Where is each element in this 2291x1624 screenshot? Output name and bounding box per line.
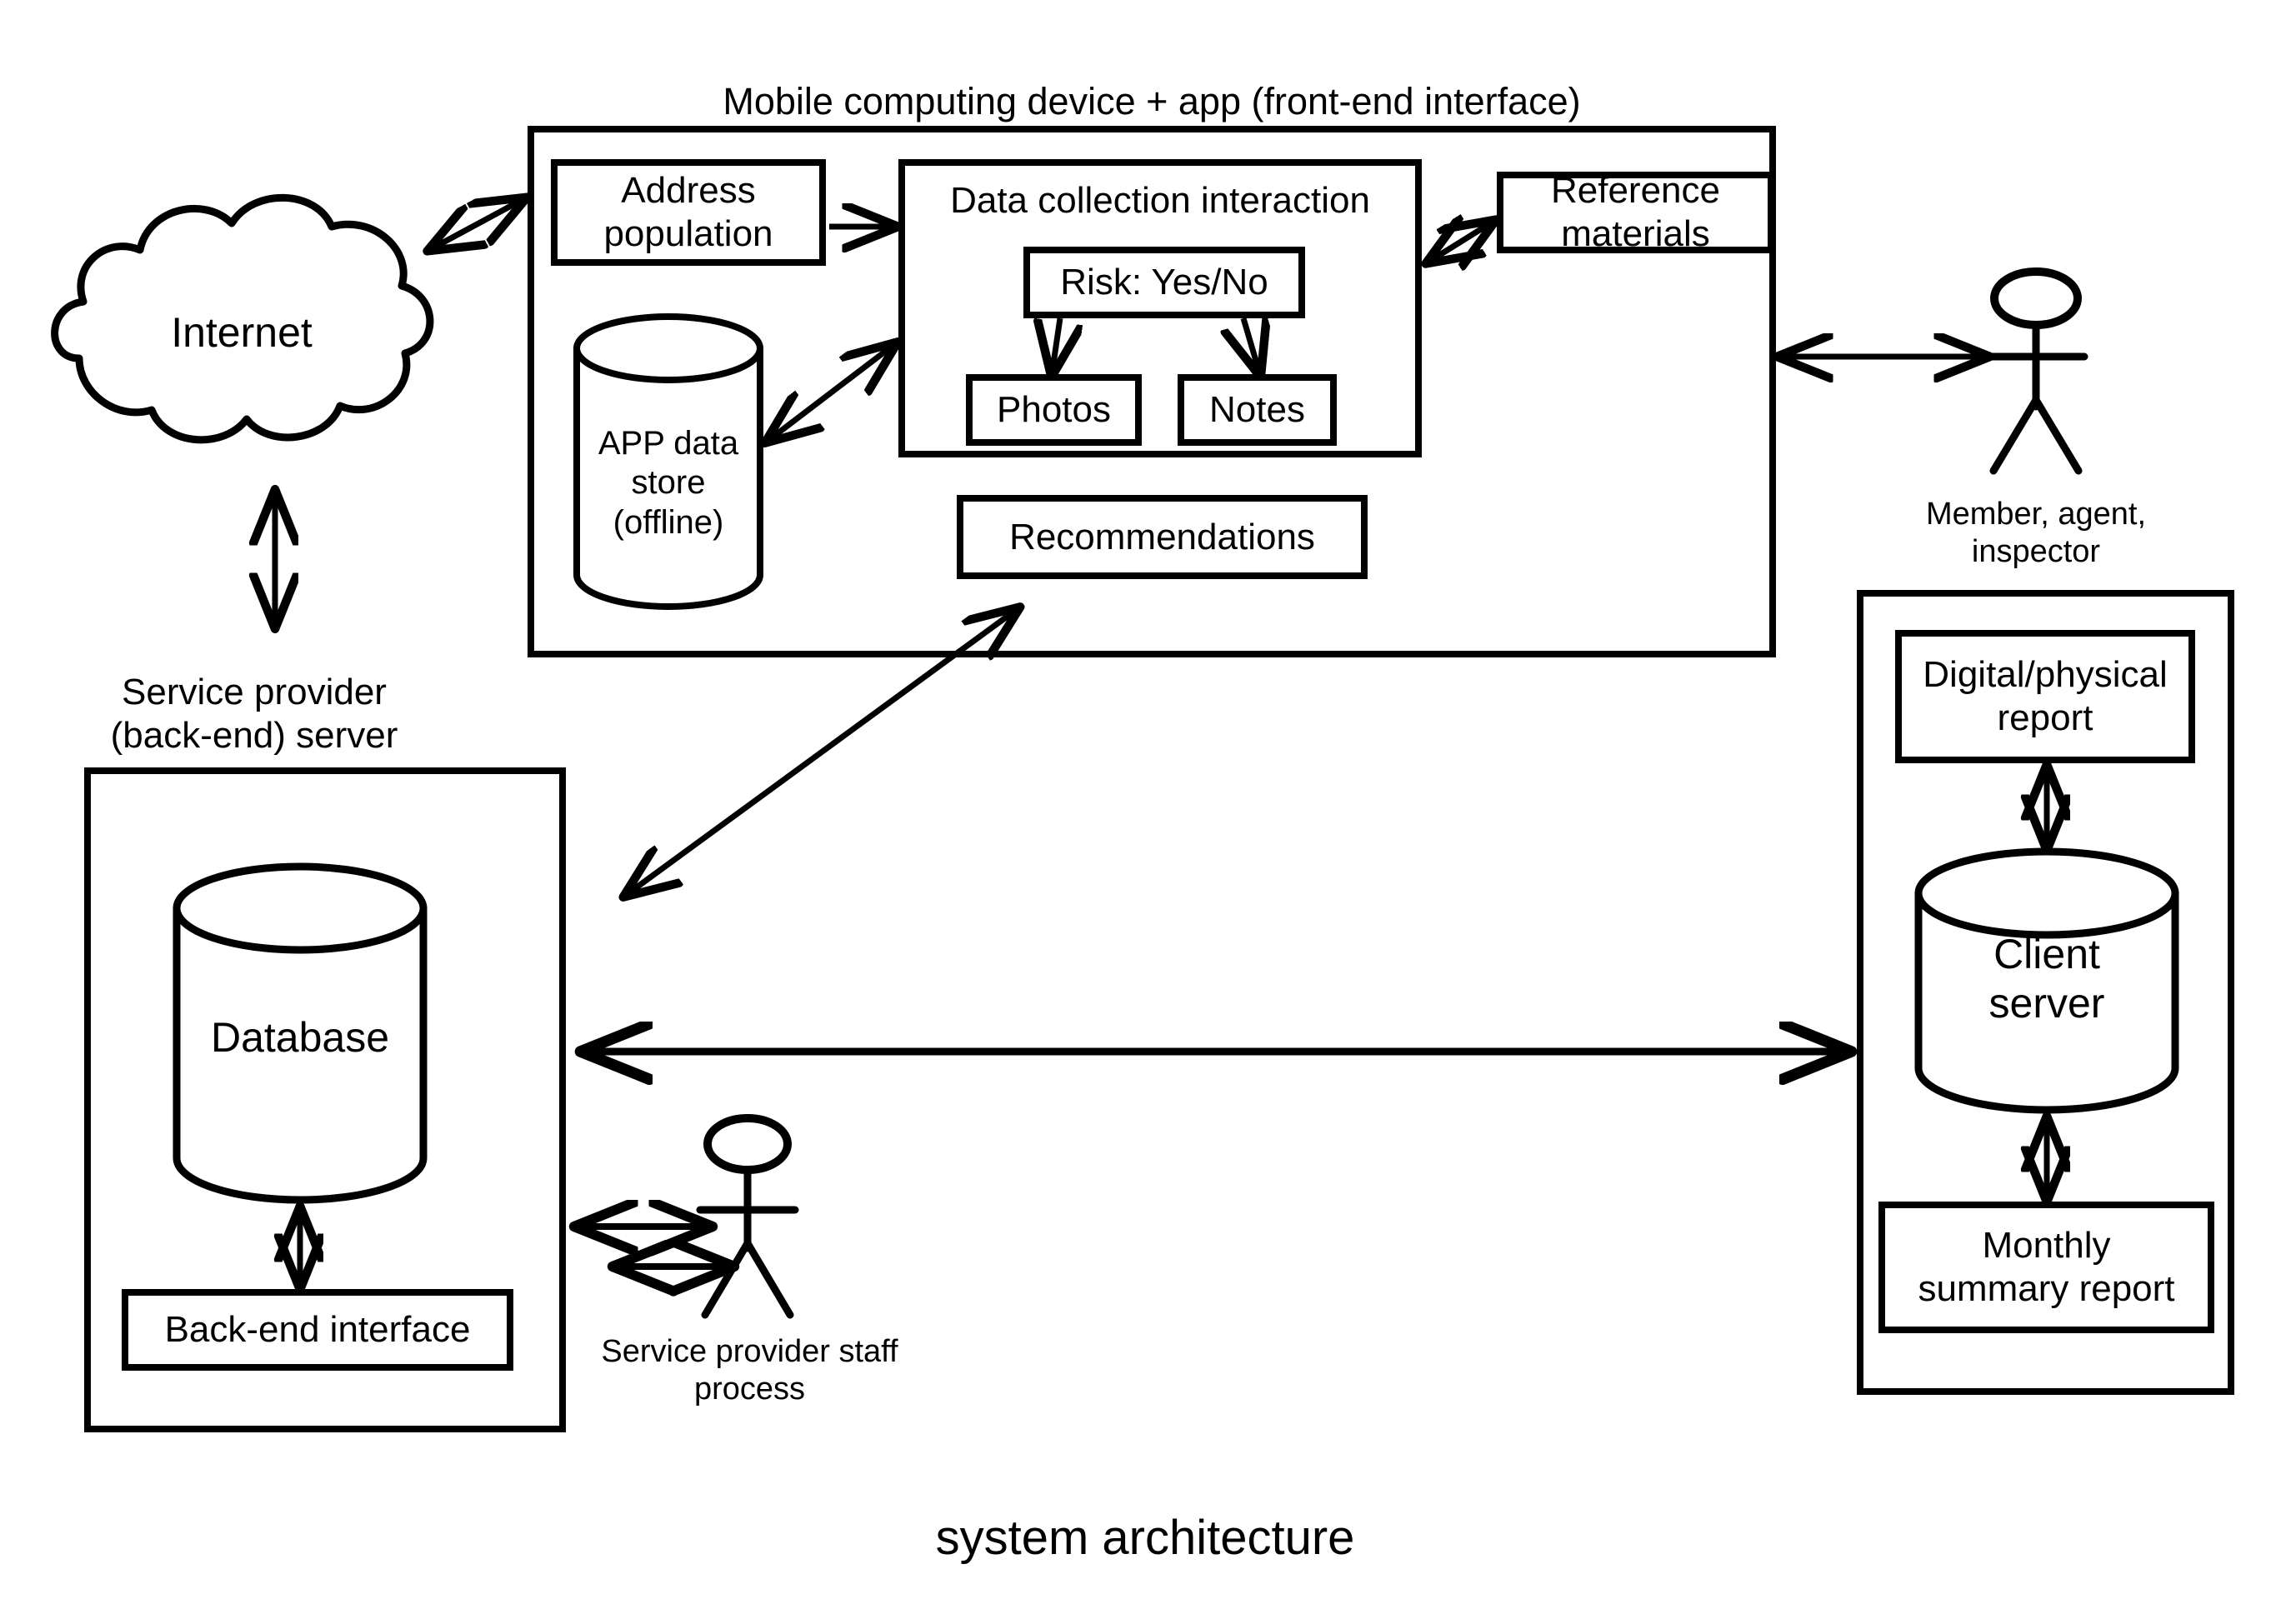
photos-box[interactable]: Photos: [969, 377, 1138, 442]
app-data-store-label[interactable]: APP data store (offline): [577, 417, 760, 550]
connector-data-collection-to-reference: [1428, 221, 1494, 262]
connector-risk-to-notes: [1243, 318, 1260, 375]
connector-appstore-to-data-collection: [767, 343, 896, 442]
data-collection-box-title[interactable]: Data collection interaction: [910, 179, 1410, 222]
diagram-vector-layer: [51, 126, 2234, 1432]
recommendations-box[interactable]: Recommendations: [960, 498, 1364, 576]
notes-box[interactable]: Notes: [1181, 377, 1333, 442]
service-provider-staff-actor-icon: [696, 1114, 799, 1319]
member-agent-inspector-label: Member, agent, inspector: [1925, 497, 2147, 569]
backend-interface-box[interactable]: Back-end interface: [125, 1292, 510, 1367]
client-server-label[interactable]: Client server: [1918, 921, 2175, 1037]
digital-physical-report-box[interactable]: Digital/physical report: [1898, 633, 2192, 760]
connector-risk-to-photos: [1052, 318, 1060, 375]
monthly-summary-report-box[interactable]: Monthly summary report: [1882, 1205, 2211, 1330]
internet-label: Internet: [171, 309, 313, 356]
connector-internet-to-mobile: [429, 198, 525, 250]
risk-box[interactable]: Risk: Yes/No: [1027, 250, 1302, 315]
diagram-title: system architecture: [935, 1511, 1355, 1565]
connector-recommendations-to-database: [625, 608, 1018, 896]
reference-materials-box[interactable]: Reference materials: [1500, 170, 1771, 254]
service-provider-staff-label: Service provider staff process: [601, 1334, 898, 1407]
member-agent-inspector-actor-icon: [1983, 267, 2088, 475]
mobile-panel-header: Mobile computing device + app (front-end…: [723, 80, 1581, 122]
address-population-box[interactable]: Address population: [554, 162, 823, 262]
system-architecture-diagram: Mobile computing device + app (front-end…: [0, 0, 2291, 1624]
database-label[interactable]: Database: [177, 1012, 423, 1062]
backend-panel-header: Service provider (back-end) server: [110, 672, 398, 756]
